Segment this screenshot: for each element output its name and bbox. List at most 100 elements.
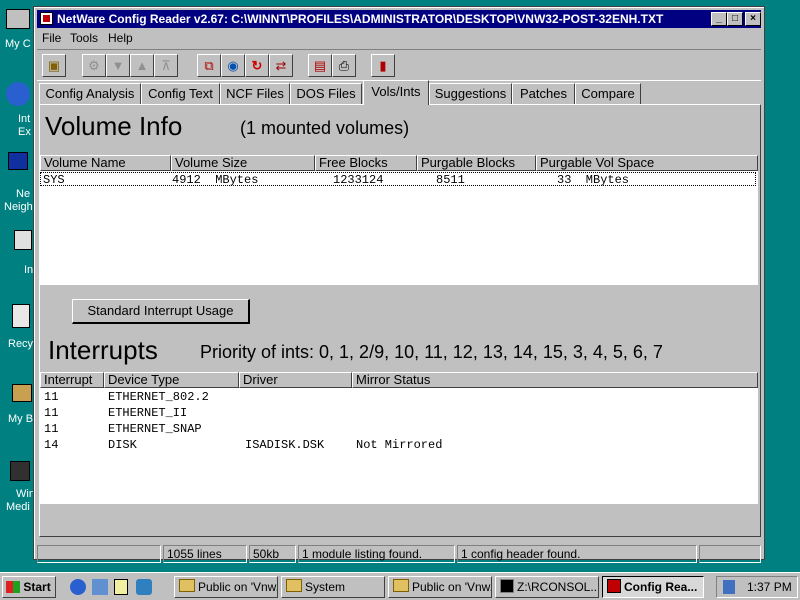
move-top-button[interactable]: ⊼ <box>154 54 178 77</box>
table-row[interactable]: 11 ETHERNET_SNAP <box>40 422 756 438</box>
open-folder-button[interactable]: ▣ <box>42 54 66 77</box>
clock[interactable]: 1:37 PM <box>747 577 792 597</box>
desktop-icon-my-computer[interactable]: My C <box>0 5 34 75</box>
interrupt-list[interactable]: 11 ETHERNET_802.2 11 ETHERNET_II 11 ETHE… <box>40 388 758 504</box>
web-button[interactable]: ◉ <box>221 54 245 77</box>
task-public-vnw-1[interactable]: Public on 'Vnw... <box>174 576 278 598</box>
move-up-button[interactable]: ▲ <box>130 54 154 77</box>
start-label: Start <box>23 580 51 594</box>
device-type-cell: ETHERNET_802.2 <box>108 390 209 404</box>
report-button[interactable]: ▤ <box>308 54 332 77</box>
desktop-icon-inbox[interactable]: In <box>0 226 34 296</box>
report-icon: ▤ <box>313 58 327 73</box>
refresh-button[interactable]: ↻ <box>245 54 269 77</box>
column-header-volume-name[interactable]: Volume Name <box>40 155 171 171</box>
maximize-button[interactable]: □ <box>727 12 743 26</box>
status-module-listing: 1 module listing found. <box>298 545 455 563</box>
system-tray: 1:37 PM <box>716 576 798 598</box>
task-label: System <box>305 580 346 594</box>
menu-help[interactable]: Help <box>108 31 133 45</box>
column-header-mirror-status[interactable]: Mirror Status <box>352 372 758 388</box>
device-type-cell: DISK <box>108 438 137 452</box>
exit-door-icon: ▮ <box>379 58 387 73</box>
header-label: Mirror Status <box>356 372 431 387</box>
desktop-icon-windows-media[interactable]: Win Medi <box>0 455 35 525</box>
notepad-icon[interactable] <box>114 579 128 595</box>
tab-config-analysis[interactable]: Config Analysis <box>39 83 141 104</box>
window-title: NetWare Config Reader v2.67: C:\WINNT\PR… <box>57 12 664 26</box>
desktop-icon-network-neighborhood[interactable]: Ne Neigh <box>0 150 34 220</box>
desktop-icon-label: My C <box>5 38 31 50</box>
volume-count: (1 mounted volumes) <box>240 118 410 138</box>
task-rconsole[interactable]: Z:\RCONSOL... <box>495 576 599 598</box>
exit-button[interactable]: ▮ <box>371 54 395 77</box>
desktop-icon-label: In <box>24 264 34 276</box>
column-header-volume-size[interactable]: Volume Size <box>171 155 315 171</box>
column-header-free-blocks[interactable]: Free Blocks <box>315 155 417 171</box>
tab-suggestions[interactable]: Suggestions <box>429 83 512 104</box>
volume-list[interactable]: SYS 4912 MBytes 1233124 8511 33 MBytes <box>40 171 758 285</box>
copy-button[interactable]: ⧉ <box>197 54 221 77</box>
desktop-icon-recycle-bin[interactable]: Recy <box>0 300 34 370</box>
network-icon <box>8 152 28 170</box>
tab-ncf-files[interactable]: NCF Files <box>220 83 290 104</box>
table-row[interactable]: 11 ETHERNET_II <box>40 406 756 422</box>
volume-table: Volume Name Volume Size Free Blocks Purg… <box>40 155 758 285</box>
truck-icon: ⇄ <box>275 58 287 73</box>
column-header-driver[interactable]: Driver <box>239 372 352 388</box>
title-bar[interactable]: NetWare Config Reader v2.67: C:\WINNT\PR… <box>37 10 761 28</box>
column-header-purgable-blocks[interactable]: Purgable Blocks <box>417 155 536 171</box>
briefcase-icon <box>12 384 32 402</box>
app-icon <box>607 579 621 593</box>
tab-label: Suggestions <box>434 86 507 101</box>
header-label: Purgable Blocks <box>421 155 515 170</box>
header-label: Driver <box>243 372 278 387</box>
outlook-express-icon[interactable] <box>92 579 108 595</box>
volume-name-cell: SYS <box>43 173 65 187</box>
column-header-interrupt[interactable]: Interrupt <box>40 372 104 388</box>
desktop-icon-label: Int <box>18 113 31 125</box>
desktop-icon-my-briefcase[interactable]: My B <box>0 380 34 450</box>
desktop-icon-label: My B <box>8 413 34 425</box>
menu-bar: File Tools Help <box>37 29 761 47</box>
status-text: 1 module listing found. <box>302 547 423 561</box>
standard-interrupt-usage-button[interactable]: Standard Interrupt Usage <box>72 299 250 324</box>
media-icon[interactable] <box>136 579 152 595</box>
internet-explorer-icon <box>6 82 30 106</box>
close-button[interactable]: × <box>745 12 761 26</box>
column-header-device-type[interactable]: Device Type <box>104 372 239 388</box>
print-button[interactable]: ⎙ <box>332 54 356 77</box>
desktop-icon-internet-explorer[interactable]: Int Ex <box>0 80 34 150</box>
toolbar: ▣ ⚙ ▼ ▲ ⊼ ⧉ ◉ ↻ ⇄ ▤ ⎙ ▮ <box>37 49 761 81</box>
move-down-button[interactable]: ▼ <box>106 54 130 77</box>
task-system[interactable]: System <box>281 576 385 598</box>
table-row[interactable]: 14 DISK ISADISK.DSK Not Mirrored <box>40 438 756 454</box>
tab-config-text[interactable]: Config Text <box>141 83 220 104</box>
tab-label: Config Analysis <box>45 86 135 101</box>
internet-explorer-icon[interactable] <box>70 579 86 595</box>
tab-compare[interactable]: Compare <box>575 83 641 104</box>
table-row[interactable]: SYS 4912 MBytes 1233124 8511 33 MBytes <box>40 172 756 187</box>
tab-patches[interactable]: Patches <box>512 83 575 104</box>
media-player-icon <box>10 461 30 481</box>
refresh-icon: ↻ <box>251 58 263 73</box>
folder-open-icon: ▣ <box>47 58 61 73</box>
table-row[interactable]: 11 ETHERNET_802.2 <box>40 390 756 406</box>
tab-label: Vols/Ints <box>371 84 421 99</box>
tab-vols-ints[interactable]: Vols/Ints <box>363 80 429 105</box>
transfer-button[interactable]: ⇄ <box>269 54 293 77</box>
header-label: Volume Name <box>44 155 126 170</box>
task-public-vnw-2[interactable]: Public on 'Vnw... <box>388 576 492 598</box>
start-button[interactable]: Start <box>2 576 56 598</box>
network-status-icon[interactable] <box>723 580 735 594</box>
column-header-purgable-vol-space[interactable]: Purgable Vol Space <box>536 155 758 171</box>
gear-icon: ⚙ <box>88 58 100 73</box>
menu-tools[interactable]: Tools <box>70 31 98 45</box>
settings-button[interactable]: ⚙ <box>82 54 106 77</box>
task-config-reader[interactable]: Config Rea... <box>602 576 704 598</box>
tab-dos-files[interactable]: DOS Files <box>290 83 362 104</box>
minimize-button[interactable]: _ <box>711 12 727 26</box>
task-label: Z:\RCONSOL... <box>517 580 599 594</box>
menu-file[interactable]: File <box>42 31 61 45</box>
folder-icon <box>286 579 302 592</box>
